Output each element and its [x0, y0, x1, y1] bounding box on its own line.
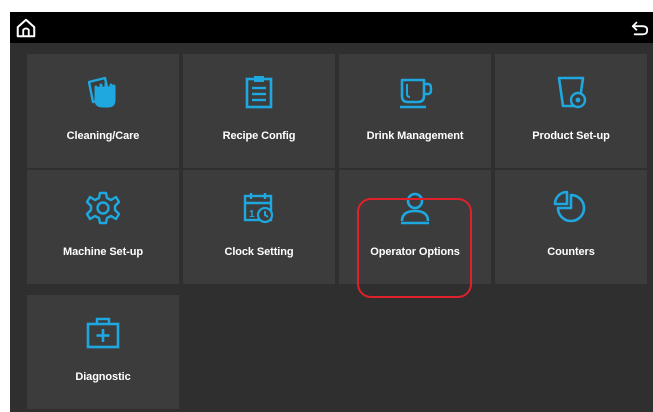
top-bar	[10, 12, 653, 43]
container-gear-icon	[557, 76, 587, 109]
svg-text:1: 1	[249, 209, 255, 220]
main-screen: Cleaning/Care Recipe Config Drink Manage…	[10, 12, 653, 412]
tile-cleaning-care[interactable]: Cleaning/Care	[27, 54, 179, 168]
tile-label: Clock Setting	[224, 246, 294, 258]
tile-label: Drink Management	[366, 130, 464, 142]
tile-diagnostic[interactable]: Diagnostic	[27, 295, 179, 409]
tile-label: Machine Set-up	[63, 246, 143, 258]
pie-chart-icon	[553, 190, 586, 223]
gear-icon	[85, 191, 121, 225]
tile-label: Product Set-up	[532, 130, 610, 142]
tile-recipe-config[interactable]: Recipe Config	[183, 54, 335, 168]
cleaning-hand-icon	[87, 76, 116, 108]
user-icon	[400, 192, 430, 225]
tile-label: Counters	[547, 246, 595, 258]
tile-clock-setting[interactable]: 1 Clock Setting	[183, 170, 335, 284]
tile-label: Cleaning/Care	[66, 130, 140, 142]
tile-drink-management[interactable]: Drink Management	[339, 54, 491, 168]
tile-machine-setup[interactable]: Machine Set-up	[27, 170, 179, 284]
cup-icon	[400, 78, 433, 109]
clipboard-icon	[245, 76, 273, 109]
tile-label: Diagnostic	[75, 371, 131, 383]
home-icon[interactable]	[15, 17, 37, 39]
calendar-clock-icon: 1	[243, 193, 274, 224]
tile-label: Recipe Config	[222, 130, 296, 142]
first-aid-kit-icon	[86, 317, 120, 349]
tile-counters[interactable]: Counters	[495, 170, 647, 284]
tile-label: Operator Options	[370, 246, 460, 258]
tile-operator-options[interactable]: Operator Options	[339, 170, 491, 284]
tile-product-setup[interactable]: Product Set-up	[495, 54, 647, 168]
back-arrow-icon[interactable]	[631, 19, 649, 37]
